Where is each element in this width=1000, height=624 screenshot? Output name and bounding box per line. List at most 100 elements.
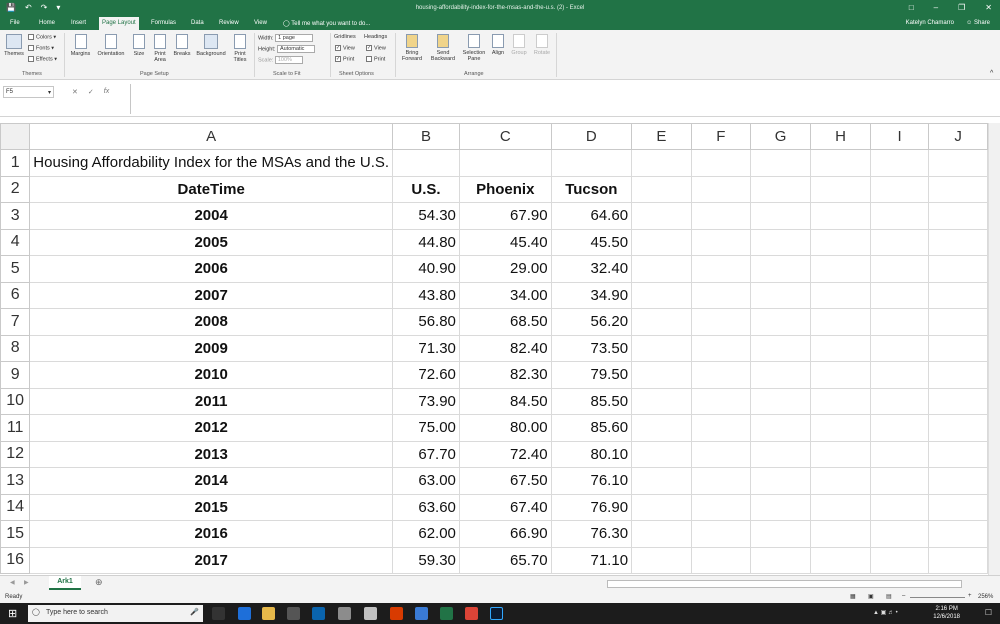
value-cell[interactable]: 76.30: [550, 520, 633, 548]
cell[interactable]: [631, 228, 692, 256]
year-cell[interactable]: 2010: [29, 361, 394, 389]
cell[interactable]: [749, 334, 812, 362]
cell[interactable]: [928, 361, 988, 389]
cell[interactable]: [928, 255, 988, 283]
header-cell-tucson[interactable]: Tucson: [550, 175, 633, 203]
excel-icon[interactable]: [440, 607, 453, 620]
column-header[interactable]: E: [631, 123, 692, 150]
cell[interactable]: [928, 228, 988, 256]
row-header[interactable]: 5: [0, 255, 31, 283]
year-cell[interactable]: 2012: [29, 414, 394, 442]
year-cell[interactable]: 2014: [29, 467, 394, 495]
cell[interactable]: [870, 149, 930, 177]
cell[interactable]: [810, 493, 872, 521]
cell[interactable]: [631, 202, 692, 230]
cell[interactable]: [749, 281, 812, 309]
cell[interactable]: [870, 520, 930, 548]
tab-file[interactable]: File: [10, 20, 20, 26]
value-cell[interactable]: 72.60: [392, 361, 460, 389]
year-cell[interactable]: 2009: [29, 334, 394, 362]
cell[interactable]: [928, 334, 988, 362]
cell[interactable]: [690, 546, 751, 574]
print-area-button[interactable]: Print Area: [150, 34, 170, 63]
value-cell[interactable]: 63.60: [392, 493, 460, 521]
row-header[interactable]: 3: [0, 202, 31, 230]
cell[interactable]: [749, 175, 812, 203]
cell[interactable]: [749, 467, 812, 495]
year-cell[interactable]: 2005: [29, 228, 394, 256]
formula-input[interactable]: [130, 84, 998, 114]
page-break-view-icon[interactable]: ▤: [886, 593, 892, 600]
cell[interactable]: [810, 281, 872, 309]
cell[interactable]: [690, 175, 751, 203]
year-cell[interactable]: 2011: [29, 387, 394, 415]
user-name[interactable]: Katelyn Chamarro: [906, 20, 954, 26]
column-header[interactable]: B: [392, 123, 460, 150]
row-header[interactable]: 12: [0, 440, 31, 468]
cell[interactable]: [870, 334, 930, 362]
margins-button[interactable]: Margins: [68, 34, 93, 57]
tab-review[interactable]: Review: [219, 20, 239, 26]
cell[interactable]: [631, 281, 692, 309]
value-cell[interactable]: 32.40: [550, 255, 633, 283]
cell[interactable]: [631, 546, 692, 574]
cell[interactable]: [690, 361, 751, 389]
print-titles-button[interactable]: Print Titles: [230, 34, 250, 63]
rotate-button[interactable]: Rotate: [531, 34, 553, 56]
ribbon-options-icon[interactable]: □: [909, 3, 914, 12]
value-cell[interactable]: 34.00: [458, 281, 552, 309]
cell[interactable]: [810, 467, 872, 495]
cell[interactable]: [690, 387, 751, 415]
cell[interactable]: [870, 228, 930, 256]
cell[interactable]: [631, 175, 692, 203]
year-cell[interactable]: 2017: [29, 546, 394, 574]
cell[interactable]: [810, 228, 872, 256]
cell[interactable]: [749, 202, 812, 230]
cancel-icon[interactable]: ✕: [72, 88, 78, 96]
cell[interactable]: [690, 228, 751, 256]
microphone-icon[interactable]: 🎤: [190, 608, 199, 616]
value-cell[interactable]: 80.00: [458, 414, 552, 442]
cell[interactable]: [870, 546, 930, 574]
row-header[interactable]: 7: [0, 308, 31, 336]
page-layout-view-icon[interactable]: ▣: [868, 593, 874, 600]
cell[interactable]: [749, 149, 812, 177]
year-cell[interactable]: 2013: [29, 440, 394, 468]
tab-home[interactable]: Home: [39, 20, 55, 26]
row-header[interactable]: 8: [0, 334, 31, 362]
store-icon[interactable]: [287, 607, 300, 620]
cell[interactable]: [928, 440, 988, 468]
cell[interactable]: [690, 281, 751, 309]
value-cell[interactable]: 82.40: [458, 334, 552, 362]
restore-icon[interactable]: ❐: [958, 3, 965, 12]
cell[interactable]: [749, 546, 812, 574]
column-header[interactable]: I: [870, 123, 930, 150]
width-select[interactable]: 1 page: [275, 34, 314, 42]
cell[interactable]: [690, 520, 751, 548]
cell[interactable]: [749, 255, 812, 283]
cell[interactable]: [928, 414, 988, 442]
cell[interactable]: [631, 493, 692, 521]
themes-button[interactable]: Themes: [3, 34, 25, 57]
gridlines-view-checkbox[interactable]: ✓ View: [335, 45, 355, 51]
cell[interactable]: [870, 308, 930, 336]
cell[interactable]: [631, 255, 692, 283]
value-cell[interactable]: 29.00: [458, 255, 552, 283]
cell[interactable]: [392, 149, 460, 177]
cell[interactable]: [631, 387, 692, 415]
value-cell[interactable]: 85.60: [550, 414, 633, 442]
value-cell[interactable]: 68.50: [458, 308, 552, 336]
cell[interactable]: [870, 202, 930, 230]
value-cell[interactable]: 45.40: [458, 228, 552, 256]
header-cell-phoenix[interactable]: Phoenix: [458, 175, 552, 203]
zoom-level[interactable]: 256%: [978, 594, 993, 600]
taskbar-search[interactable]: ◯ Type here to search 🎤: [28, 605, 203, 622]
cell[interactable]: [631, 467, 692, 495]
value-cell[interactable]: 65.70: [458, 546, 552, 574]
cell[interactable]: [690, 255, 751, 283]
value-cell[interactable]: 67.50: [458, 467, 552, 495]
tab-data[interactable]: Data: [191, 20, 204, 26]
background-button[interactable]: Background: [193, 34, 229, 57]
column-header[interactable]: D: [550, 123, 633, 150]
tab-insert[interactable]: Insert: [71, 20, 86, 26]
